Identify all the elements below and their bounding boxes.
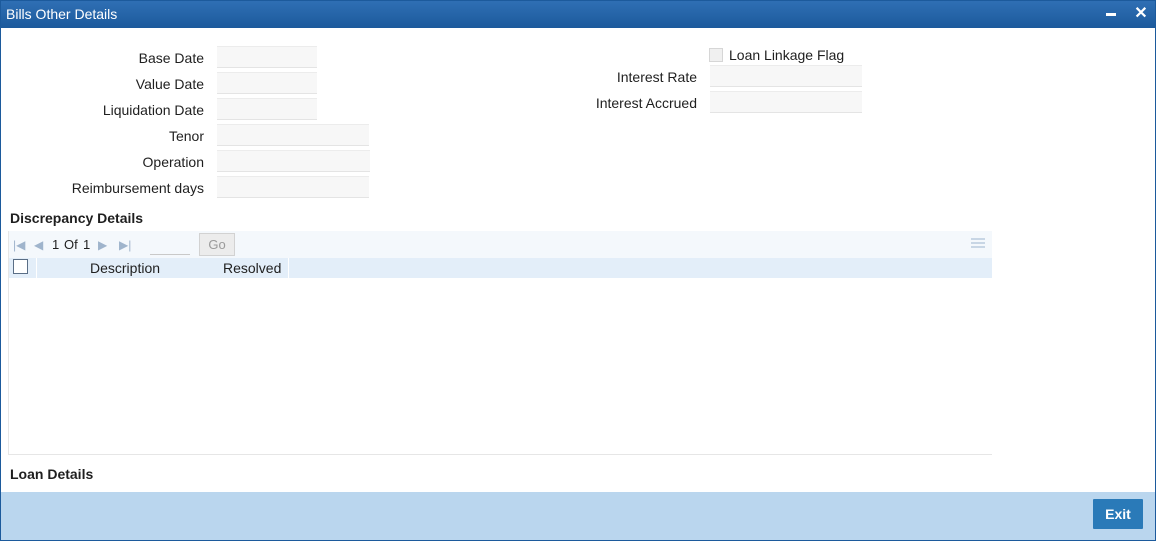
previous-page-icon[interactable]: ◀ xyxy=(34,238,43,252)
value-date-field[interactable] xyxy=(217,72,317,94)
tenor-field[interactable] xyxy=(217,124,369,146)
bills-other-details-window: Bills Other Details ✕ Base Date Value Da… xyxy=(0,0,1156,541)
last-page-icon[interactable]: ▶| xyxy=(119,238,131,252)
go-button[interactable]: Go xyxy=(199,233,235,256)
liquidation-date-field[interactable] xyxy=(217,98,317,120)
operation-label: Operation xyxy=(142,154,204,170)
title-bar: Bills Other Details ✕ xyxy=(1,1,1155,28)
base-date-field[interactable] xyxy=(217,46,317,68)
tenor-label: Tenor xyxy=(168,128,204,144)
total-pages: 1 xyxy=(83,237,91,252)
liquidation-date-label: Liquidation Date xyxy=(102,102,204,118)
interest-accrued-label: Interest Accrued xyxy=(595,95,697,111)
close-icon[interactable]: ✕ xyxy=(1130,4,1152,24)
value-date-label: Value Date xyxy=(135,76,204,92)
exit-button[interactable]: Exit xyxy=(1093,499,1143,529)
column-header-description[interactable]: Description xyxy=(90,260,160,276)
column-header-resolved[interactable]: Resolved xyxy=(223,260,281,276)
footer-bar: Exit xyxy=(1,492,1155,540)
discrepancy-details-title: Discrepancy Details xyxy=(10,210,144,226)
discrepancy-grid: |◀ ◀ 1 Of 1 ▶ ▶| Go Description Resolved xyxy=(8,231,992,455)
current-page: 1 xyxy=(52,237,60,252)
grid-header-row: Description Resolved xyxy=(9,258,992,278)
reimbursement-days-field[interactable] xyxy=(217,176,369,198)
page-of-label: Of xyxy=(64,237,78,252)
grid-pagination-bar: |◀ ◀ 1 Of 1 ▶ ▶| Go xyxy=(9,231,992,258)
page-number-input[interactable] xyxy=(150,235,190,255)
loan-linkage-flag-label: Loan Linkage Flag xyxy=(729,47,845,63)
reimbursement-days-label: Reimbursement days xyxy=(71,180,204,196)
operation-field[interactable] xyxy=(217,150,370,172)
loan-details-title: Loan Details xyxy=(10,466,94,482)
loan-linkage-flag-checkbox[interactable] xyxy=(709,48,723,62)
minimize-icon[interactable] xyxy=(1100,4,1122,24)
column-separator xyxy=(288,258,289,278)
column-separator xyxy=(36,258,37,278)
next-page-icon[interactable]: ▶ xyxy=(98,238,107,252)
interest-accrued-field[interactable] xyxy=(710,91,862,113)
base-date-label: Base Date xyxy=(138,50,204,66)
interest-rate-label: Interest Rate xyxy=(616,69,697,85)
first-page-icon[interactable]: |◀ xyxy=(13,238,25,252)
window-title: Bills Other Details xyxy=(6,6,118,22)
interest-rate-field[interactable] xyxy=(710,65,862,87)
select-all-checkbox[interactable] xyxy=(13,259,28,274)
grid-menu-icon[interactable] xyxy=(971,238,985,250)
